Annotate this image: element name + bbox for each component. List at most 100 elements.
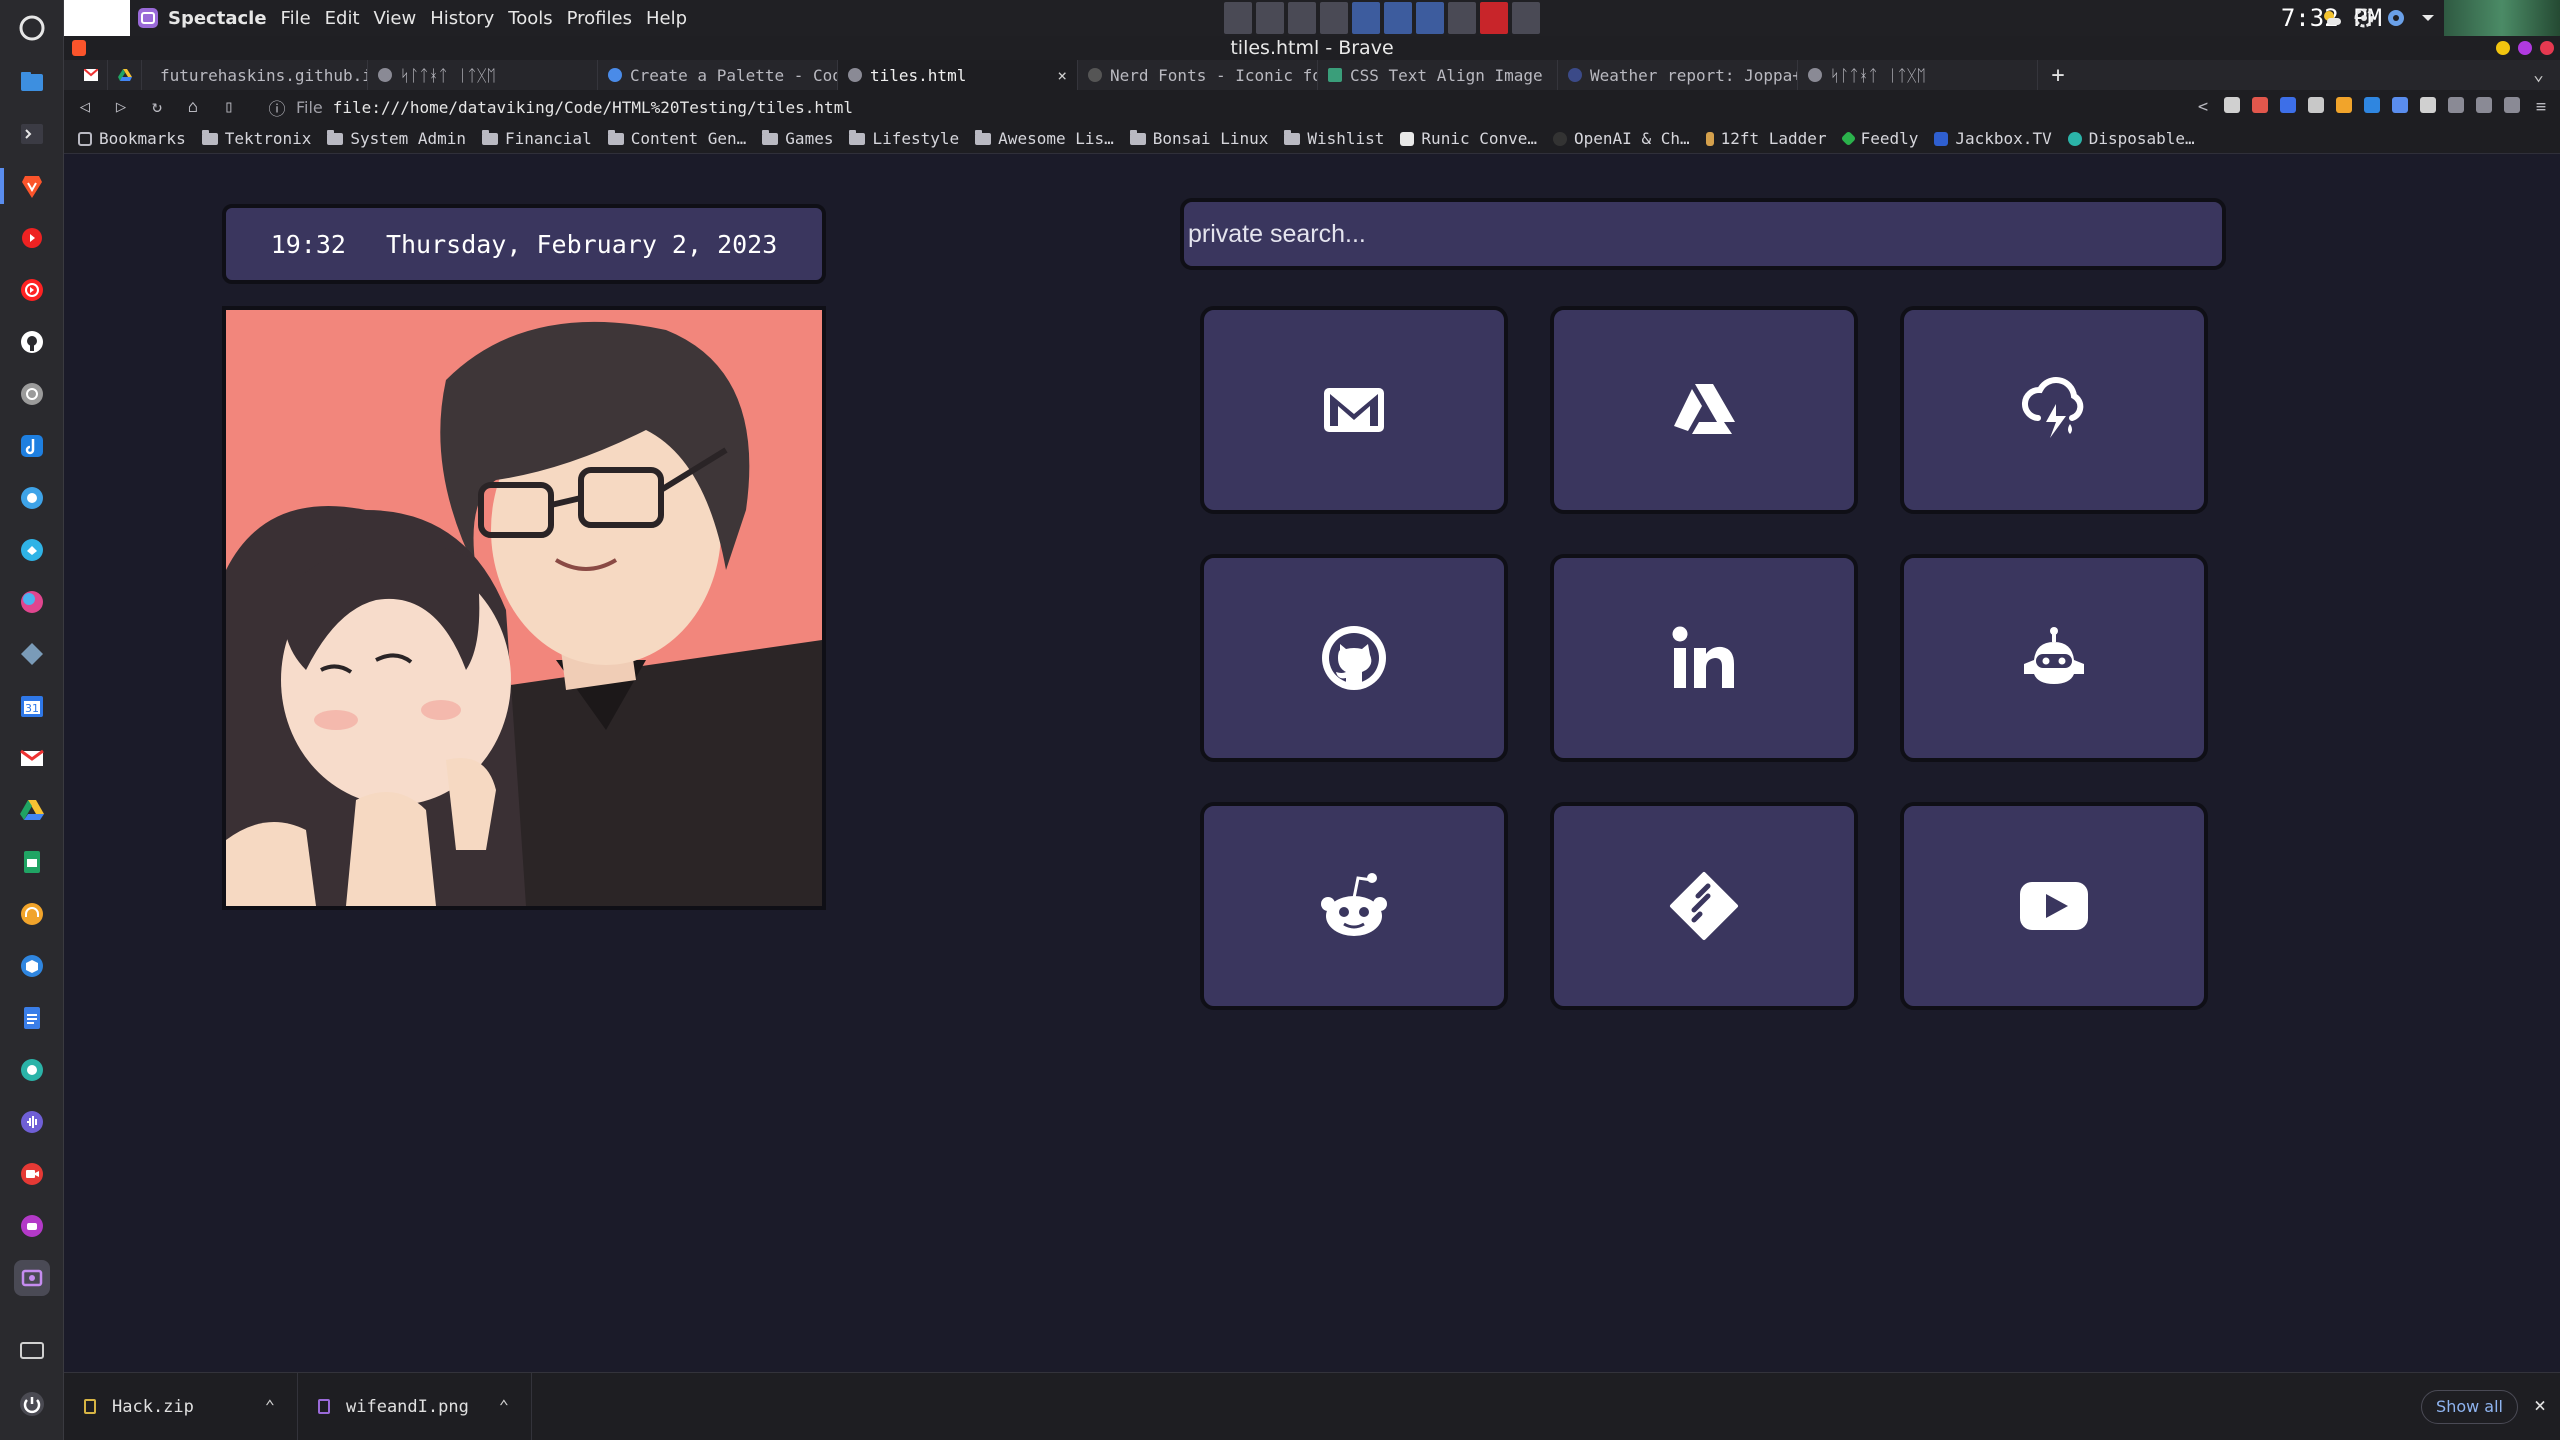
tab-tiles[interactable]: tiles.html × (838, 60, 1078, 90)
color-app-icon[interactable] (14, 584, 50, 620)
files-icon[interactable] (14, 64, 50, 100)
tab-runic-2[interactable]: ᛋᛚᛏᚼᛏ ᛁᛏᚷᛖ (1798, 60, 2038, 90)
tile-linkedin[interactable] (1550, 554, 1858, 762)
tab-futurehaskins[interactable]: futurehaskins.github.i (142, 60, 368, 90)
task-window[interactable] (1480, 2, 1508, 34)
task-window[interactable] (1224, 2, 1252, 34)
tile-openai[interactable] (1900, 554, 2208, 762)
chevron-up-icon[interactable]: ⌃ (499, 1397, 509, 1417)
power-icon[interactable] (14, 1386, 50, 1422)
tab-overflow-chevron-icon[interactable]: ⌄ (2533, 64, 2544, 85)
maximize-button[interactable] (2518, 41, 2532, 55)
tab-css-text-align[interactable]: CSS Text Align Image (1318, 60, 1558, 90)
tab-pinned-drive[interactable] (108, 60, 142, 90)
youtube-app-icon[interactable] (14, 220, 50, 256)
tiktok-icon[interactable] (14, 428, 50, 464)
tile-youtube[interactable] (1900, 802, 2208, 1010)
show-desktop-icon[interactable] (14, 1332, 50, 1368)
chevron-up-icon[interactable]: ⌃ (265, 1397, 275, 1417)
calendar-icon[interactable]: 31 (14, 688, 50, 724)
bookmark-icon[interactable]: ▯ (220, 97, 238, 117)
home-icon[interactable]: ⌂ (184, 97, 202, 117)
bookmark-folder[interactable]: Lifestyle (849, 129, 959, 148)
gmail-app-icon[interactable] (14, 740, 50, 776)
bird-app-icon[interactable] (14, 532, 50, 568)
close-icon[interactable]: × (1057, 66, 1067, 85)
tile-reddit[interactable] (1200, 802, 1508, 1010)
bookmark-item[interactable]: Bookmarks (78, 129, 186, 148)
tile-weather[interactable] (1900, 306, 2208, 514)
camera-app-icon[interactable] (14, 1052, 50, 1088)
game-app-icon[interactable] (14, 1208, 50, 1244)
menu-icon[interactable]: ≡ (2532, 97, 2550, 117)
task-window[interactable] (1320, 2, 1348, 34)
bookmark-folder[interactable]: Bonsai Linux (1129, 129, 1268, 148)
task-window[interactable] (1384, 2, 1412, 34)
weather-icon[interactable] (2320, 6, 2344, 30)
minimize-button[interactable] (2496, 41, 2510, 55)
menu-history[interactable]: History (430, 8, 494, 29)
tile-gmail[interactable] (1200, 306, 1508, 514)
info-icon[interactable]: ⓘ (268, 95, 286, 120)
audio-app-icon[interactable] (14, 1104, 50, 1140)
task-window[interactable] (1448, 2, 1476, 34)
menu-tools[interactable]: Tools (508, 8, 552, 29)
reading-list-icon[interactable] (2448, 97, 2464, 113)
menu-file[interactable]: File (281, 8, 311, 29)
tile-feedly[interactable] (1550, 802, 1858, 1010)
tile-github[interactable] (1200, 554, 1508, 762)
tiktok-extension-icon[interactable] (2364, 97, 2380, 113)
docs-icon[interactable] (14, 1000, 50, 1036)
gear-icon[interactable] (2384, 6, 2408, 30)
new-tab-button[interactable]: + (2038, 60, 2078, 90)
openai-app-icon[interactable] (14, 376, 50, 412)
github-app-icon[interactable] (14, 324, 50, 360)
share-icon[interactable]: < (2194, 97, 2212, 117)
app-name[interactable]: Spectacle (136, 6, 267, 30)
wallet-icon[interactable] (2504, 97, 2520, 113)
close-icon[interactable]: × (2534, 1393, 2546, 1417)
ublock-icon[interactable] (2280, 97, 2296, 113)
brave-rewards-icon[interactable] (2252, 97, 2268, 113)
bookmark-item[interactable]: Runic Conve… (1400, 129, 1537, 148)
youtube-music-icon[interactable] (14, 272, 50, 308)
tile-google-drive[interactable] (1550, 306, 1858, 514)
show-all-button[interactable]: Show all (2421, 1390, 2518, 1424)
privacy-badger-icon[interactable] (2308, 97, 2324, 113)
url-field[interactable]: ⓘ File file:///home/dataviking/Code/HTML… (268, 95, 853, 120)
headphones-icon[interactable] (14, 896, 50, 932)
task-window[interactable] (1288, 2, 1316, 34)
bookmark-item[interactable]: OpenAI & Ch… (1553, 129, 1690, 148)
task-window[interactable] (1352, 2, 1380, 34)
spectacle-icon[interactable] (14, 1260, 50, 1296)
tab-runic-1[interactable]: ᛋᛚᛏᚼᛏ ᛁᛏᚷᛖ (368, 60, 598, 90)
terminal-icon[interactable] (14, 116, 50, 152)
bookmark-folder[interactable]: Wishlist (1284, 129, 1384, 148)
translate-icon[interactable] (2392, 97, 2408, 113)
drive-app-icon[interactable] (14, 792, 50, 828)
menu-edit[interactable]: Edit (325, 8, 360, 29)
app-launcher-icon[interactable] (14, 10, 50, 46)
brave-icon[interactable] (14, 168, 50, 204)
bookmark-item[interactable]: Disposable… (2067, 129, 2195, 148)
tab-weather-report[interactable]: Weather report: Joppa+ (1558, 60, 1798, 90)
bookmark-folder[interactable]: System Admin (327, 129, 466, 148)
tab-create-palette[interactable]: Create a Palette - Coo (598, 60, 838, 90)
diamond-app-icon[interactable] (14, 636, 50, 672)
task-window[interactable] (1512, 2, 1540, 34)
bookmark-folder[interactable]: Games (762, 129, 833, 148)
tab-nerd-fonts[interactable]: Nerd Fonts - Iconic fo (1078, 60, 1318, 90)
brave-shields-icon[interactable] (2224, 97, 2240, 113)
sheets-icon[interactable] (14, 844, 50, 880)
desktop-thumbnail[interactable] (2444, 0, 2560, 36)
tab-pinned-gmail[interactable] (74, 60, 108, 90)
messenger-icon[interactable] (14, 480, 50, 516)
bookmark-item[interactable]: 12ft Ladder (1705, 129, 1827, 148)
url-text[interactable]: file:///home/dataviking/Code/HTML%20Test… (333, 98, 853, 117)
cube-app-icon[interactable] (14, 948, 50, 984)
settings-icon[interactable] (2352, 6, 2376, 30)
download-item[interactable]: wifeandI.png ⌃ (298, 1372, 532, 1440)
task-window[interactable] (1416, 2, 1444, 34)
bookmark-folder[interactable]: Financial (482, 129, 592, 148)
puzzle-icon[interactable] (2420, 97, 2436, 113)
